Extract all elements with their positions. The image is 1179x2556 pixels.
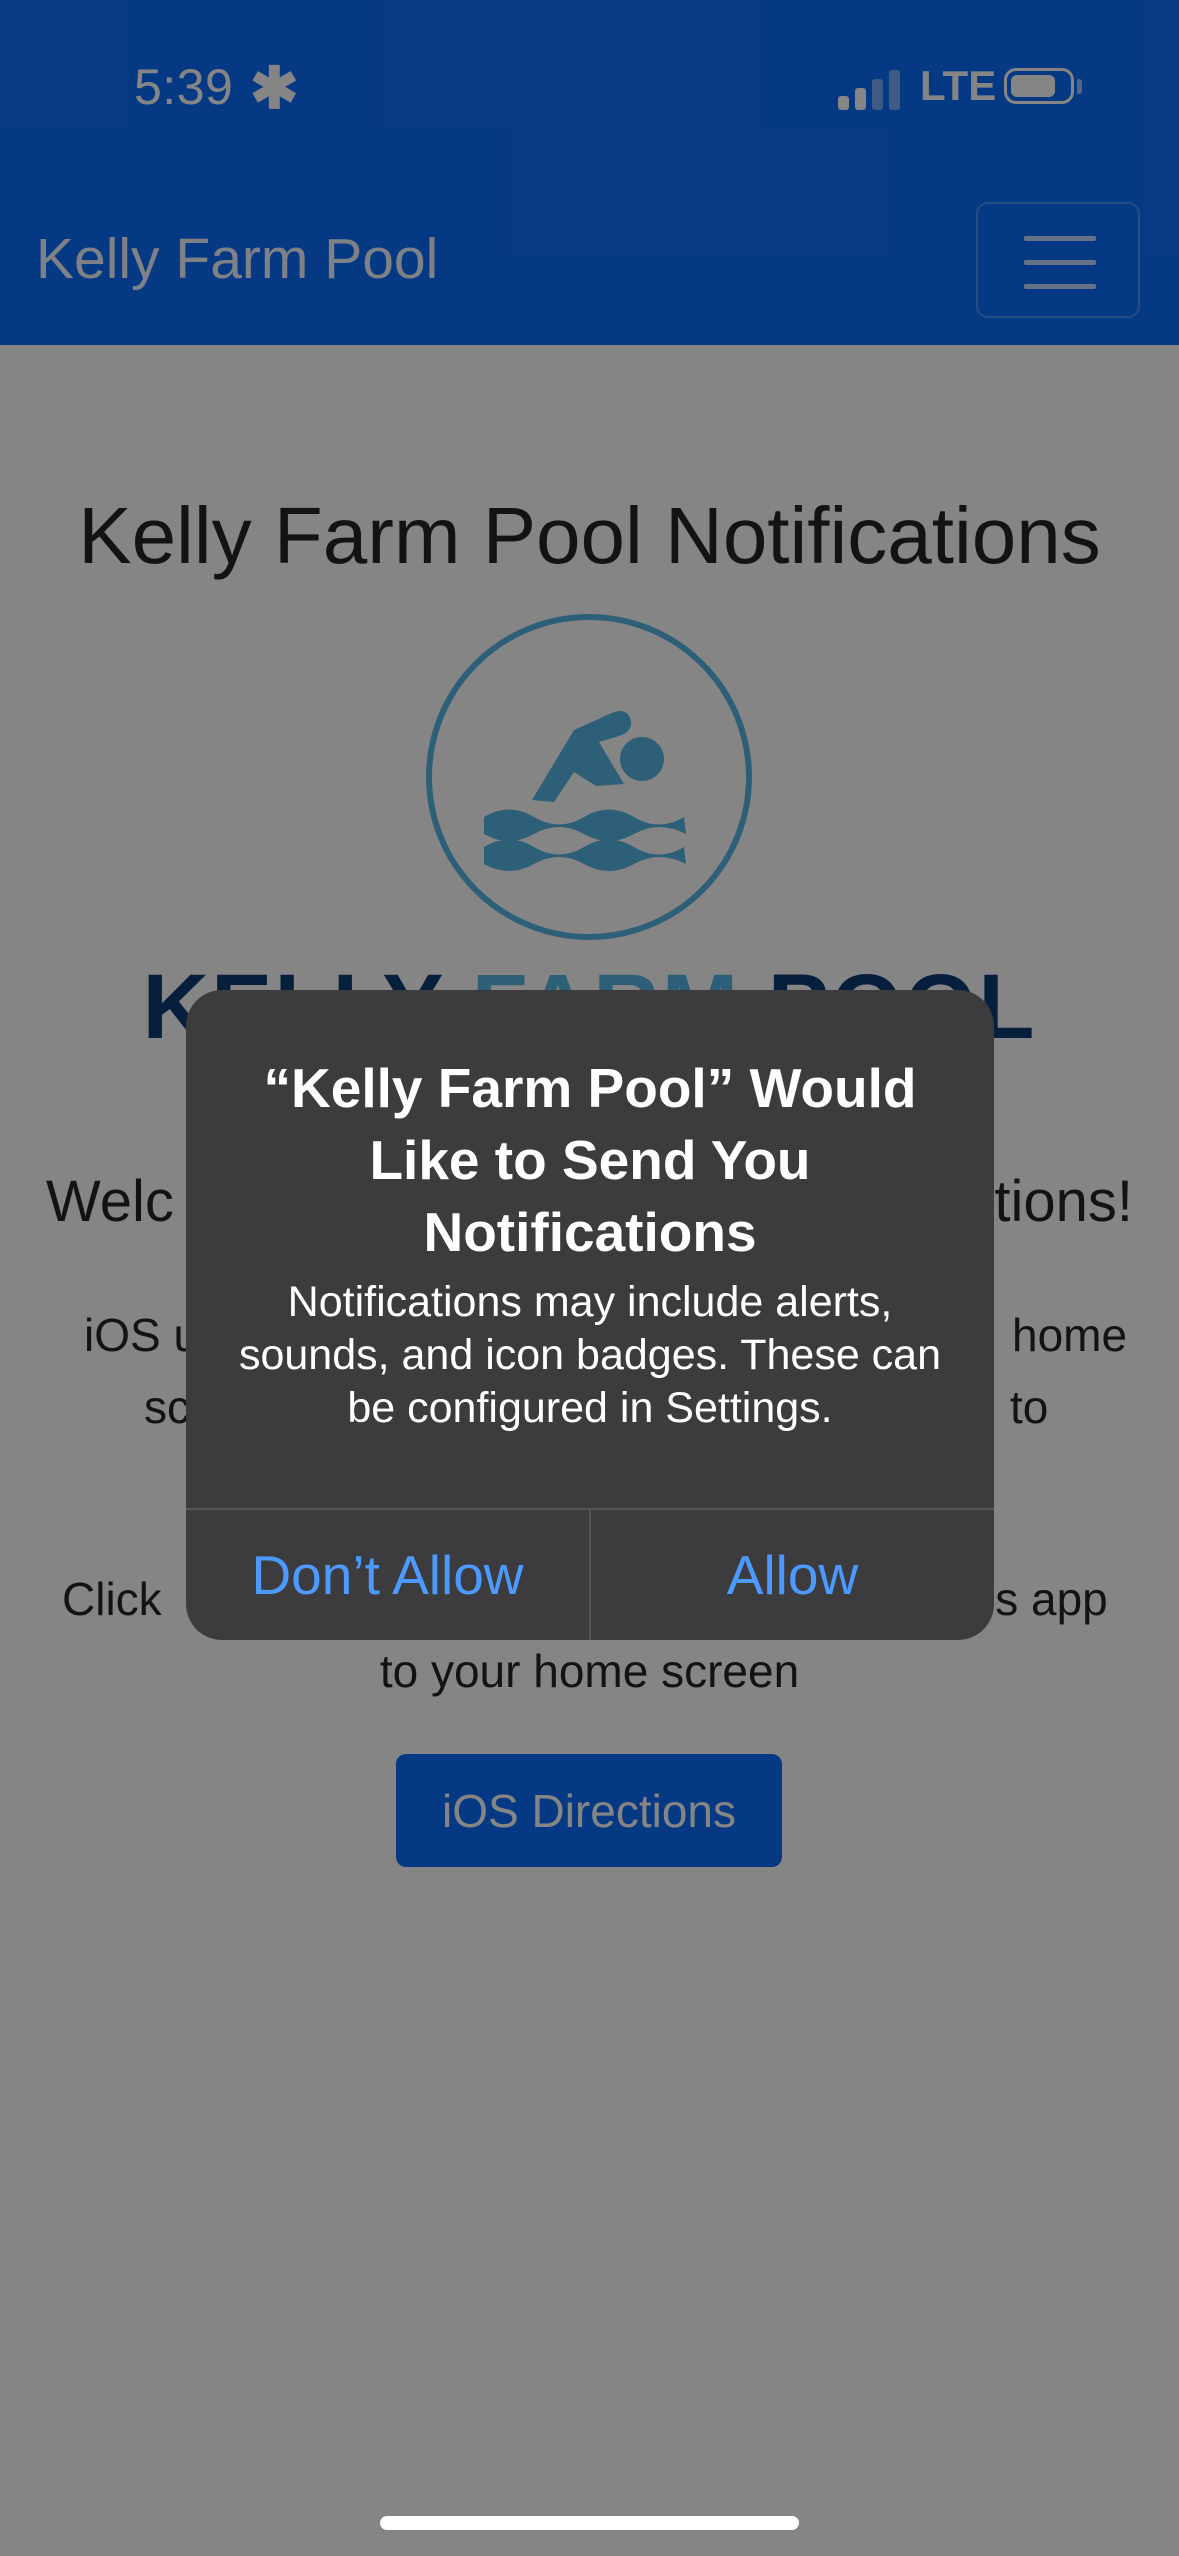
notification-permission-alert: “Kelly Farm Pool” Would Like to Send You…	[186, 990, 994, 1640]
home-indicator[interactable]	[380, 2516, 799, 2530]
dont-allow-button[interactable]: Don’t Allow	[186, 1510, 589, 1640]
alert-message: Notifications may include alerts, sounds…	[238, 1278, 942, 1432]
allow-button[interactable]: Allow	[591, 1510, 994, 1640]
alert-title: “Kelly Farm Pool” Would Like to Send You…	[263, 1057, 917, 1263]
